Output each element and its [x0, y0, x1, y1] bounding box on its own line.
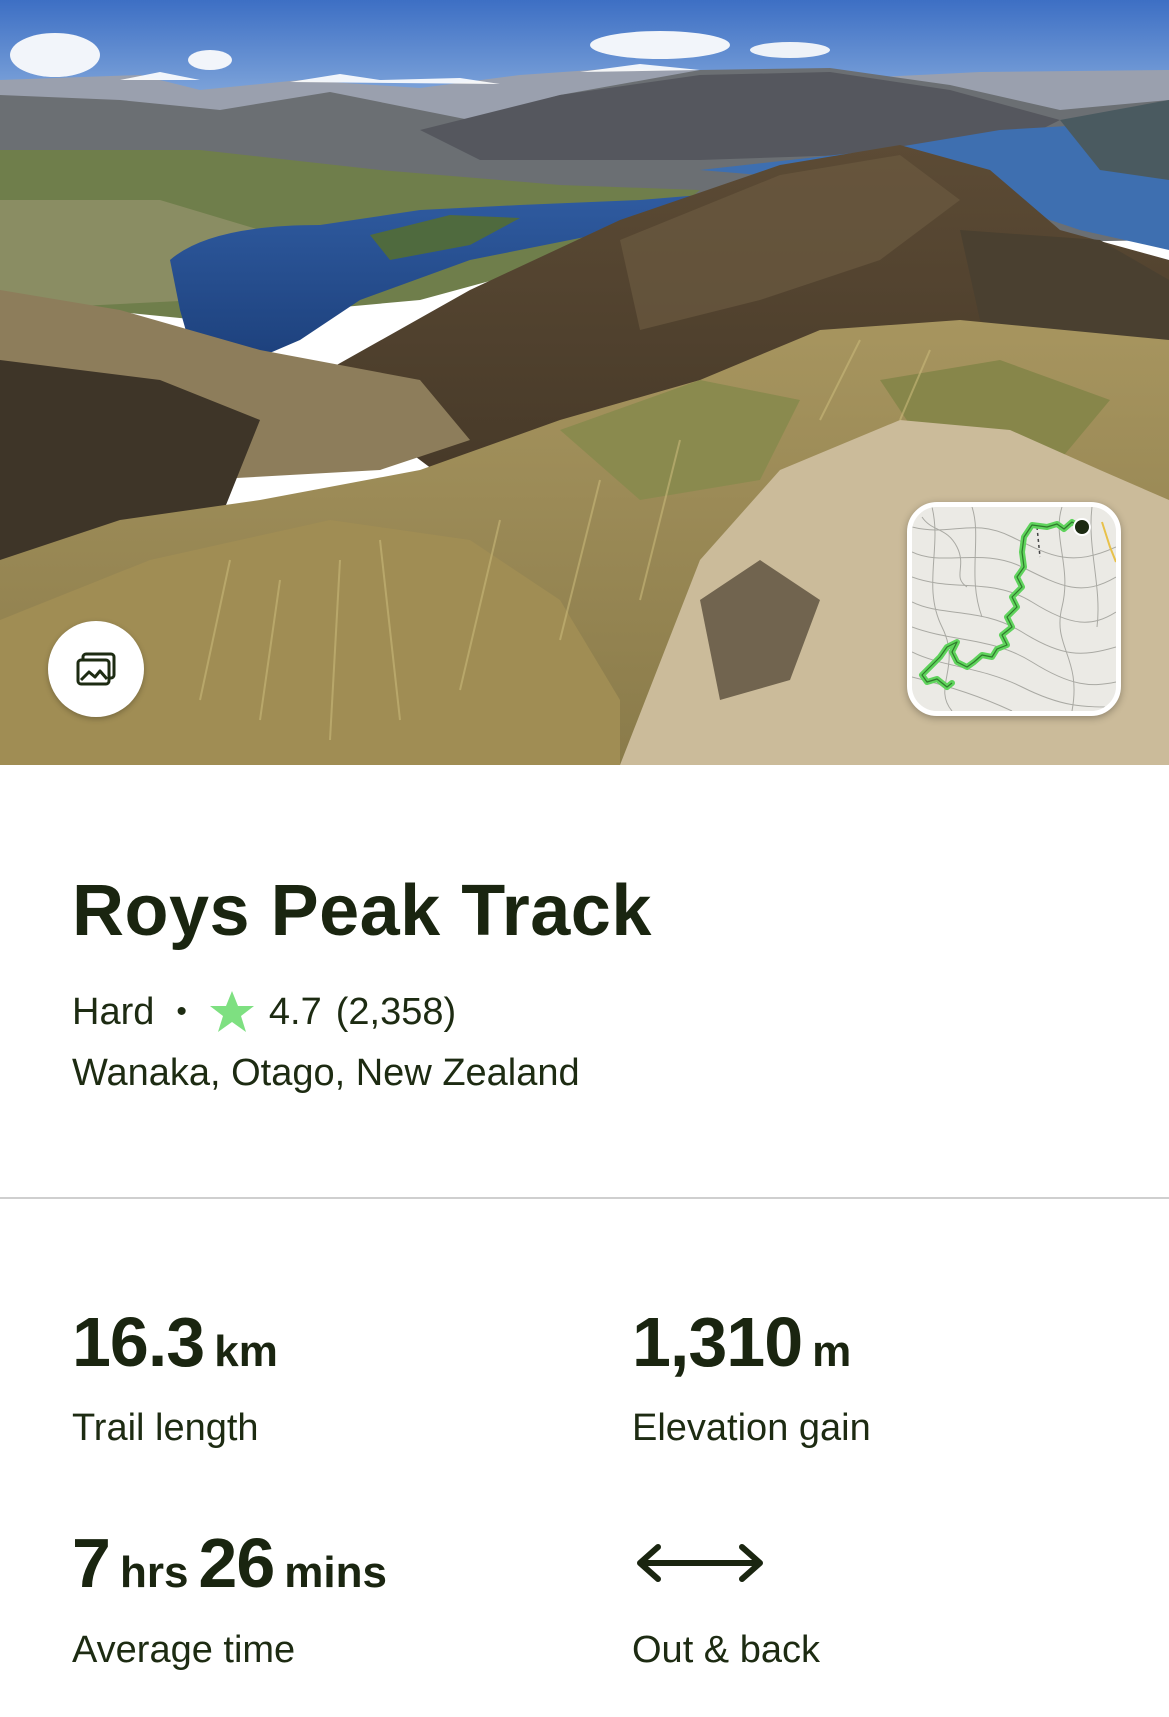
length-unit: km [214, 1327, 278, 1376]
trail-map-icon [912, 507, 1116, 711]
elevation-number: 1,310 [632, 1303, 803, 1381]
trail-location[interactable]: Wanaka, Otago, New Zealand [72, 1052, 580, 1095]
double-arrow-icon [632, 1541, 768, 1590]
average-time-label: Average time [72, 1629, 296, 1671]
gallery-icon [76, 652, 116, 686]
rating-value[interactable]: 4.7 [269, 991, 322, 1034]
time-hours-unit: hrs [119, 1548, 189, 1597]
average-time-value: 7 hrs 26 mins [72, 1523, 397, 1603]
trail-title: Roys Peak Track [72, 871, 652, 951]
star-icon [209, 990, 255, 1034]
review-count[interactable]: (2,358) [336, 991, 456, 1034]
gallery-button[interactable] [48, 621, 144, 717]
trail-map-thumbnail[interactable] [907, 502, 1121, 716]
elevation-gain-label: Elevation gain [632, 1407, 871, 1449]
separator-dot: • [176, 995, 187, 1028]
hero-photo[interactable] [0, 0, 1169, 765]
divider [0, 1197, 1169, 1199]
elevation-unit: m [812, 1327, 852, 1376]
route-type-label: Out & back [632, 1629, 820, 1671]
trail-meta: Hard • 4.7 (2,358) [72, 990, 456, 1034]
time-hours: 7 [72, 1524, 111, 1602]
length-number: 16.3 [72, 1303, 205, 1381]
time-minutes-unit: mins [284, 1548, 387, 1597]
trail-length-label: Trail length [72, 1407, 259, 1449]
trail-length-value: 16.3 km [72, 1302, 288, 1382]
difficulty-label: Hard [72, 990, 155, 1033]
elevation-gain-value: 1,310 m [632, 1302, 861, 1382]
time-minutes: 26 [198, 1524, 275, 1602]
